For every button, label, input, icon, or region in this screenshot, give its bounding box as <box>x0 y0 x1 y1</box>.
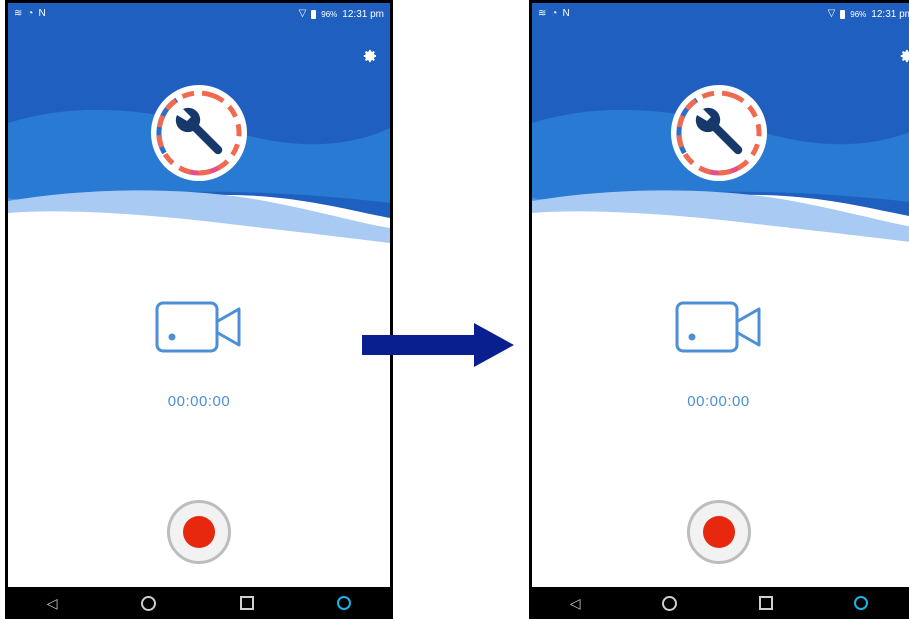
battery-icon <box>840 9 846 19</box>
back-icon[interactable]: ◁ <box>570 595 581 612</box>
record-icon <box>702 516 735 548</box>
gear-icon[interactable] <box>360 47 378 65</box>
record-icon <box>183 516 215 548</box>
status-time: 12:31 pm <box>871 8 909 20</box>
recording-timer: 00:00:00 <box>687 393 750 410</box>
gear-icon[interactable] <box>897 47 909 65</box>
status-bar: ≋ ◔ N ▽ 96% 12:31 pm <box>8 3 390 25</box>
signal-icon: ▽ <box>827 8 836 19</box>
video-camera-icon <box>675 301 760 353</box>
nfc-icon: N <box>562 8 570 19</box>
record-button[interactable] <box>167 500 231 564</box>
navigation-bar: ◁ <box>529 587 909 619</box>
wifi-icon: ≋ <box>14 8 23 19</box>
wifi-icon: ≋ <box>538 8 547 19</box>
assistant-icon[interactable] <box>337 596 352 610</box>
recents-icon[interactable] <box>758 596 773 610</box>
app-notification-icon: ◔ <box>27 8 34 19</box>
record-button[interactable] <box>686 500 751 564</box>
navigation-bar: ◁ <box>5 587 393 619</box>
home-icon[interactable] <box>141 595 157 611</box>
assistant-icon[interactable] <box>854 596 869 610</box>
status-bar: ≋ ◔ N ▽ 96% 12:31 pm <box>532 3 909 25</box>
wrench-icon <box>670 85 767 181</box>
video-camera-icon <box>155 301 241 353</box>
phone-screen-before: ≋ ◔ N ▽ 96% 12:31 pm 00:00:00 ◁ <box>5 0 393 619</box>
battery-icon <box>311 9 317 19</box>
recents-icon[interactable] <box>239 596 254 610</box>
recording-timer: 00:00:00 <box>167 393 231 410</box>
nfc-icon: N <box>38 8 46 19</box>
home-icon[interactable] <box>662 595 678 611</box>
battery-percent: 96% <box>850 9 867 19</box>
arrow-right-icon <box>362 323 514 367</box>
phone-screen-after: ≋ ◔ N ▽ 96% 12:31 pm 00:00:00 ◁ <box>529 0 909 619</box>
app-screen: ≋ ◔ N ▽ 96% 12:31 pm 00:00:00 <box>532 3 909 587</box>
back-icon[interactable]: ◁ <box>47 595 58 612</box>
app-notification-icon: ◔ <box>551 8 558 19</box>
signal-icon: ▽ <box>298 8 307 19</box>
battery-percent: 96% <box>321 9 338 19</box>
wrench-icon <box>151 85 247 181</box>
status-time: 12:31 pm <box>342 8 384 20</box>
app-screen: ≋ ◔ N ▽ 96% 12:31 pm 00:00:00 <box>8 3 390 587</box>
